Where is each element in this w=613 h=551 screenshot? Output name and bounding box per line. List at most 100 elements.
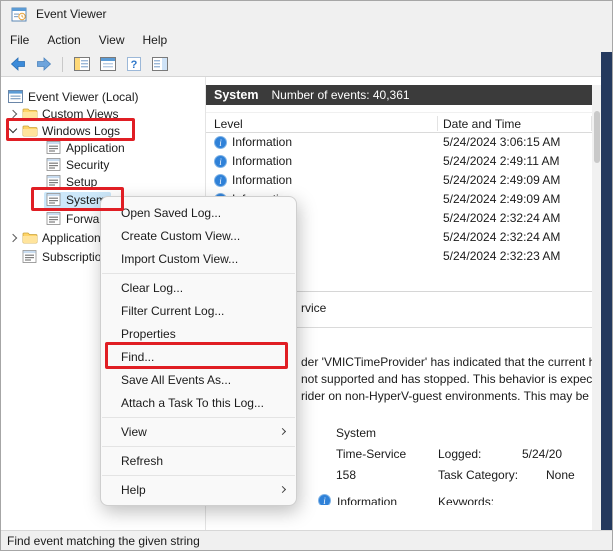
log-icon xyxy=(46,193,62,207)
menu-item-refresh[interactable]: Refresh xyxy=(101,449,296,472)
status-text: Find event matching the given string xyxy=(7,534,200,548)
status-bar: Find event matching the given string xyxy=(0,530,613,551)
event-viewer-window: Event Viewer File Action View Help ? Event … xyxy=(0,0,613,551)
show-console-tree-button[interactable] xyxy=(71,55,92,74)
title-bar: Event Viewer xyxy=(0,0,613,28)
menu-item-save-all-events-as[interactable]: Save All Events As... xyxy=(101,368,296,391)
menu-item-filter-current-log[interactable]: Filter Current Log... xyxy=(101,299,296,322)
information-icon xyxy=(214,136,227,149)
menu-file[interactable]: File xyxy=(1,30,38,50)
datetime-cell: 5/24/2024 2:32:23 AM xyxy=(443,249,561,263)
information-icon xyxy=(214,155,227,168)
log-icon xyxy=(46,141,62,155)
menu-item-label: Find... xyxy=(121,349,155,364)
menu-item-label: Attach a Task To this Log... xyxy=(121,395,264,410)
menu-item-label: Clear Log... xyxy=(121,280,184,295)
folder-icon xyxy=(22,107,38,121)
event-row[interactable]: Information 5/24/2024 2:49:11 AM xyxy=(206,152,592,171)
menu-item-label: Help xyxy=(121,482,146,497)
datetime-cell: 5/24/2024 2:49:09 AM xyxy=(443,192,561,206)
event-viewer-app-icon xyxy=(11,7,27,21)
properties-button[interactable] xyxy=(97,55,118,74)
menu-item-find[interactable]: Find... xyxy=(101,345,296,368)
event-row[interactable]: Information 5/24/2024 3:06:15 AM xyxy=(206,133,592,152)
tree-item-label: Event Viewer (Local) xyxy=(28,89,139,104)
log-header-bar: System Number of events: 40,361 xyxy=(206,85,613,105)
console-tree-icon xyxy=(73,57,90,71)
information-icon xyxy=(214,174,227,187)
source-value: Time-Service xyxy=(336,447,407,461)
level-cell: Information xyxy=(232,154,293,168)
log-icon xyxy=(46,212,62,226)
log-icon xyxy=(22,250,38,264)
tree-item-security[interactable]: Security xyxy=(0,156,206,174)
console-icon xyxy=(8,90,24,104)
menu-item-label: Open Saved Log... xyxy=(121,205,222,220)
datetime-cell: 5/24/2024 2:32:24 AM xyxy=(443,230,561,244)
log-icon xyxy=(46,175,62,189)
menu-item-label: Save All Events As... xyxy=(121,372,232,387)
menu-item-label: Import Custom View... xyxy=(121,251,239,266)
column-header-date[interactable]: Date and Time xyxy=(443,117,521,131)
tree-item-application[interactable]: Application xyxy=(0,139,206,157)
scrollbar-thumb[interactable] xyxy=(594,111,600,163)
menu-item-properties[interactable]: Properties xyxy=(101,322,296,345)
tree-item-windows-logs[interactable]: Windows Logs xyxy=(0,122,206,140)
tree-item-custom-views[interactable]: Custom Views xyxy=(0,105,206,123)
event-description: der 'VMICTimeProvider' has indicated tha… xyxy=(301,354,592,405)
log-name-value: System xyxy=(336,426,377,440)
log-name: System xyxy=(214,88,259,102)
logged-label: Logged: xyxy=(438,447,482,461)
datetime-cell: 5/24/2024 3:06:15 AM xyxy=(443,135,561,149)
forward-button[interactable] xyxy=(33,55,54,74)
log-icon xyxy=(46,158,62,172)
tree-item-label: Custom Views xyxy=(42,106,119,121)
level-value: Information xyxy=(337,495,398,505)
menu-item-clear-log[interactable]: Clear Log... xyxy=(101,276,296,299)
menu-item-label: Refresh xyxy=(121,453,164,468)
window-title: Event Viewer xyxy=(36,7,107,21)
show-action-pane-button[interactable] xyxy=(149,55,170,74)
column-header-level[interactable]: Level xyxy=(214,117,243,131)
information-icon xyxy=(318,494,331,505)
background-strip xyxy=(601,52,613,530)
action-pane-icon xyxy=(151,57,168,71)
tree-item-label: Security xyxy=(66,157,110,172)
submenu-chevron-icon xyxy=(278,427,287,435)
menu-item-label: Filter Current Log... xyxy=(121,303,225,318)
tree-item-setup[interactable]: Setup xyxy=(0,173,206,191)
menu-item-import-custom-view[interactable]: Import Custom View... xyxy=(101,247,296,270)
menu-item-attach-a-task-to-this-log[interactable]: Attach a Task To this Log... xyxy=(101,391,296,414)
description-line: not supported and has stopped. This beha… xyxy=(301,372,592,386)
window-properties-icon xyxy=(99,57,116,71)
arrow-right-icon xyxy=(36,57,52,71)
collapsed-chevron-icon[interactable] xyxy=(6,107,20,121)
collapsed-chevron-icon[interactable] xyxy=(6,231,20,245)
question-icon: ? xyxy=(126,57,141,71)
menu-item-open-saved-log[interactable]: Open Saved Log... xyxy=(101,201,296,224)
svg-text:?: ? xyxy=(130,59,137,71)
menu-item-label: Properties xyxy=(121,326,176,341)
table-header: Level Date and Time xyxy=(206,112,592,133)
tree-item-event-viewer-local[interactable]: Event Viewer (Local) xyxy=(0,88,206,106)
column-divider[interactable] xyxy=(437,116,438,131)
level-cell: Information xyxy=(232,135,293,149)
tree-item-label: Setup xyxy=(66,174,98,189)
task-category-label: Task Category: xyxy=(438,468,519,482)
expanded-chevron-icon[interactable] xyxy=(6,124,20,138)
help-button[interactable]: ? xyxy=(123,55,144,74)
back-button[interactable] xyxy=(7,55,28,74)
menu-item-create-custom-view[interactable]: Create Custom View... xyxy=(101,224,296,247)
main-area: Event Viewer (Local) Custom Views Windows … xyxy=(0,77,613,530)
menu-help[interactable]: Help xyxy=(134,30,177,50)
datetime-cell: 5/24/2024 2:49:09 AM xyxy=(443,173,561,187)
tree-item-label: Application xyxy=(66,140,125,155)
menu-action[interactable]: Action xyxy=(38,30,89,50)
task-category-value: None xyxy=(546,468,575,482)
menu-item-view[interactable]: View xyxy=(101,420,296,443)
menu-view[interactable]: View xyxy=(90,30,134,50)
menu-item-help[interactable]: Help xyxy=(101,478,296,501)
toolbar-separator xyxy=(62,56,63,72)
event-row[interactable]: Information 5/24/2024 2:49:09 AM xyxy=(206,171,592,190)
